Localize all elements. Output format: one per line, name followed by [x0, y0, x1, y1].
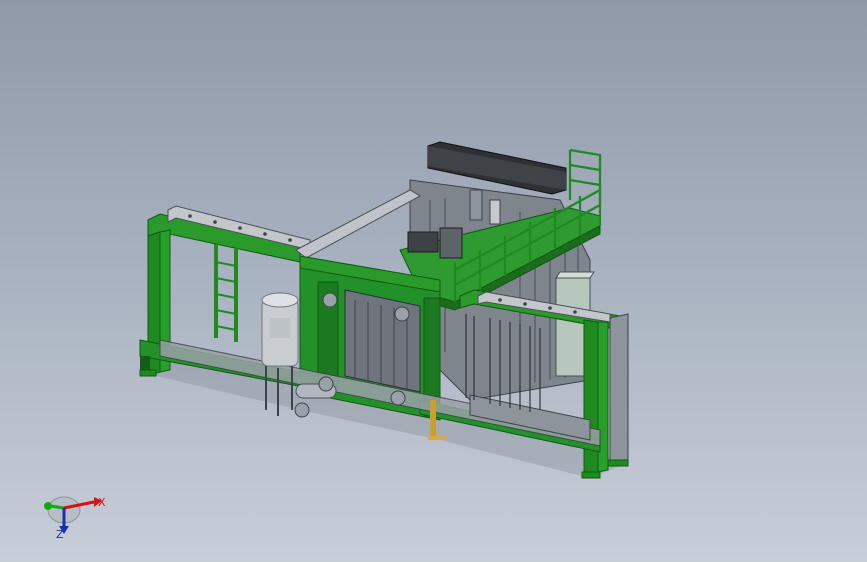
triad-x-label: X	[98, 496, 106, 509]
triad-z-label: Z	[56, 528, 64, 541]
control-cabinet-top	[555, 271, 595, 279]
orientation-triad[interactable]	[30, 486, 120, 546]
y-axis-icon	[49, 504, 65, 510]
cad-3d-viewport[interactable]: X Z	[0, 0, 867, 562]
machine-assembly-model[interactable]	[0, 0, 867, 562]
upper-crossbeam	[295, 189, 422, 259]
center-press-window	[344, 289, 421, 393]
y-axis-tip-icon	[44, 502, 52, 510]
